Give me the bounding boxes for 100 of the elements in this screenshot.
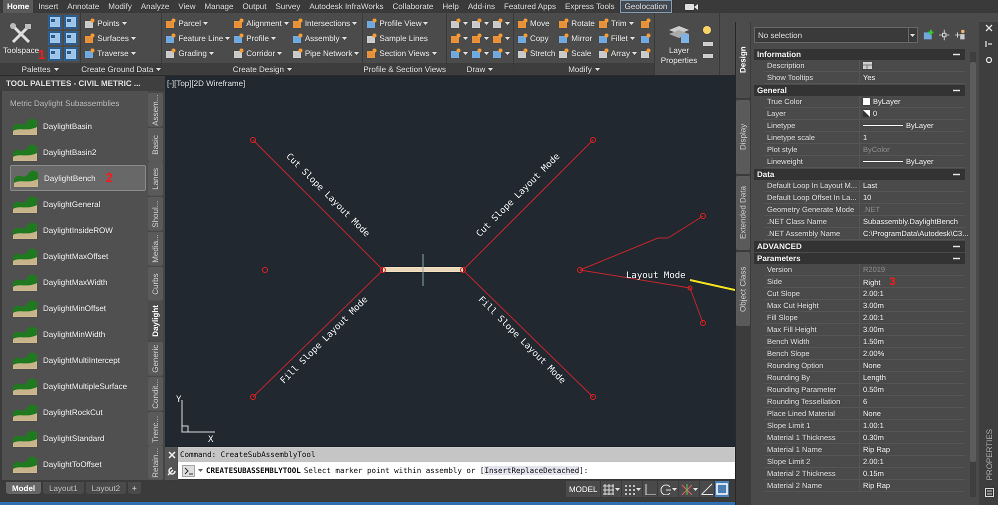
close-icon[interactable] <box>985 24 993 32</box>
ribbon-tab[interactable]: View <box>174 0 200 13</box>
palette-tab[interactable]: Retain... <box>148 446 163 480</box>
quick-select-icon[interactable] <box>954 29 965 41</box>
section-header[interactable]: Parameters <box>754 253 965 264</box>
ribbon-tool-button[interactable]: Mirror <box>558 31 595 45</box>
palette-button[interactable] <box>64 15 78 29</box>
marker-point[interactable] <box>262 267 268 273</box>
ribbon-tab[interactable]: Geolocation <box>620 0 672 13</box>
palette-item[interactable]: DaylightBasin2 <box>10 139 146 165</box>
palette-item[interactable]: DaylightStandard <box>10 425 146 451</box>
status-toggle-button[interactable] <box>643 481 658 497</box>
draw-tool-button[interactable] <box>640 31 651 45</box>
panel-title[interactable]: Draw <box>446 63 513 75</box>
ribbon-tab[interactable]: Modify <box>104 0 136 13</box>
layout-tab[interactable]: Layout2 <box>86 482 126 494</box>
toolspace-button[interactable]: Toolspace <box>3 22 40 54</box>
draw-tool-button[interactable] <box>450 16 468 30</box>
section-header[interactable]: ADVANCED <box>754 241 965 252</box>
status-toggle-button[interactable] <box>700 481 714 497</box>
ribbon-tab[interactable]: Survey <box>271 0 304 13</box>
ribbon-tab[interactable]: Featured Apps <box>500 0 560 13</box>
ribbon-tool-button[interactable]: Fillet <box>598 31 637 45</box>
ribbon-tool-button[interactable]: Corridor <box>233 46 289 60</box>
select-objects-icon[interactable] <box>939 29 950 41</box>
ribbon-tool-button[interactable]: Surfaces <box>84 31 136 45</box>
properties-tab[interactable]: Design <box>736 22 750 98</box>
ribbon-tool-button[interactable]: Copy <box>516 31 556 45</box>
palette-item[interactable]: DaylightBench 2 <box>10 165 146 191</box>
status-toggle-button[interactable] <box>658 481 678 497</box>
ribbon-tool-button[interactable]: Sample Lines <box>366 31 436 45</box>
palette-tab[interactable]: Media... <box>148 232 163 266</box>
viewport-controls[interactable]: [-][Top][2D Wireframe] <box>167 79 246 88</box>
draw-tool-button[interactable] <box>470 31 489 45</box>
ribbon-tab[interactable]: Home <box>3 0 34 13</box>
ribbon-tab[interactable]: Express Tools <box>561 0 619 13</box>
panel-title[interactable]: Create Design <box>162 63 362 75</box>
selection-dropdown[interactable]: No selection <box>754 27 918 43</box>
palette-item[interactable]: DaylightInsideROW <box>10 217 146 243</box>
draw-tool-button[interactable] <box>470 16 489 30</box>
palette-item[interactable]: DaylightMultiIntercept <box>10 347 146 373</box>
palette-button[interactable] <box>48 47 62 61</box>
ribbon-tool-button[interactable]: Parcel <box>165 16 230 30</box>
model-space-button[interactable]: MODEL <box>566 481 600 497</box>
palette-tab[interactable]: Lanes <box>148 162 163 196</box>
assembly-drawing[interactable] <box>380 254 466 286</box>
ribbon-tab[interactable]: Help <box>438 0 463 13</box>
draw-tool-button[interactable] <box>492 46 510 60</box>
ribbon-tool-button[interactable]: Stretch <box>516 46 556 60</box>
status-toggle-button[interactable] <box>715 481 730 497</box>
ribbon-tool-button[interactable]: Move <box>516 16 556 30</box>
palette-tab[interactable]: Curbs <box>148 266 163 300</box>
palette-item[interactable]: DaylightMaxWidth <box>10 269 146 295</box>
ribbon-tab[interactable]: Collaborate <box>388 0 438 13</box>
status-toggle-button[interactable] <box>679 481 700 497</box>
ribbon-tab[interactable]: Autodesk InfraWorks <box>305 0 388 13</box>
status-toggle-button[interactable] <box>601 481 622 497</box>
palette-item[interactable]: DaylightRockCut <box>10 399 146 425</box>
pin-icon[interactable] <box>985 40 993 48</box>
ribbon-tool-button[interactable]: Rotate <box>558 16 595 30</box>
ribbon-tab[interactable]: Output <box>238 0 270 13</box>
panel-title[interactable]: Palettes <box>0 63 80 75</box>
ribbon-tool-button[interactable]: Points <box>84 16 136 30</box>
layout-tab[interactable]: Layout1 <box>43 482 84 494</box>
status-toggle-button[interactable] <box>622 481 642 497</box>
scrollbar-thumb[interactable] <box>970 62 976 462</box>
palette-tab[interactable]: Assem... <box>148 93 163 127</box>
panel-title[interactable]: Create Ground Data <box>81 63 162 75</box>
draw-tool-button[interactable] <box>492 16 510 30</box>
ribbon-tool-button[interactable]: Feature Line <box>165 31 230 45</box>
draw-tool-button[interactable] <box>450 46 468 60</box>
palette-button[interactable] <box>48 31 62 45</box>
ribbon-tool-button[interactable]: Pipe Network <box>292 46 360 60</box>
palette-tab[interactable]: Shoul... <box>148 197 163 231</box>
palette-item[interactable]: DaylightMaxOffset <box>10 243 146 269</box>
section-header[interactable]: Data <box>754 169 965 180</box>
ribbon-tool-button[interactable]: Section Views <box>366 46 436 60</box>
ribbon-tool-button[interactable]: Array <box>598 46 637 60</box>
properties-tab[interactable]: Display <box>736 100 750 174</box>
palette-tab[interactable]: Generic <box>148 342 163 376</box>
section-header[interactable]: General <box>754 85 965 96</box>
properties-tab[interactable]: Extended Data <box>736 176 750 250</box>
ribbon-tab[interactable]: Add-ins <box>464 0 499 13</box>
ribbon-tool-button[interactable]: Trim <box>598 16 637 30</box>
ribbon-tool-button[interactable]: Alignment <box>233 16 289 30</box>
palette-button[interactable] <box>48 15 62 29</box>
add-layout-button[interactable]: + <box>128 482 141 494</box>
palette-item[interactable]: DaylightToOffset <box>10 451 146 477</box>
palette-item[interactable]: DaylightMultipleSurface <box>10 373 146 399</box>
palette-item[interactable]: DaylightGeneral <box>10 191 146 217</box>
palette-item[interactable]: DaylightBasin <box>10 113 146 139</box>
draw-tool-button[interactable] <box>470 46 489 60</box>
close-icon[interactable] <box>168 451 176 459</box>
layer-properties-button[interactable]: Layer Properties <box>659 22 699 66</box>
palette-tab[interactable]: Trenc... <box>148 412 163 446</box>
palette-tab[interactable]: Daylight <box>148 301 163 342</box>
section-header[interactable]: Information <box>754 49 965 60</box>
palette-button[interactable] <box>64 47 78 61</box>
properties-icon[interactable] <box>984 488 994 497</box>
panel-title[interactable]: Modify <box>514 63 654 75</box>
